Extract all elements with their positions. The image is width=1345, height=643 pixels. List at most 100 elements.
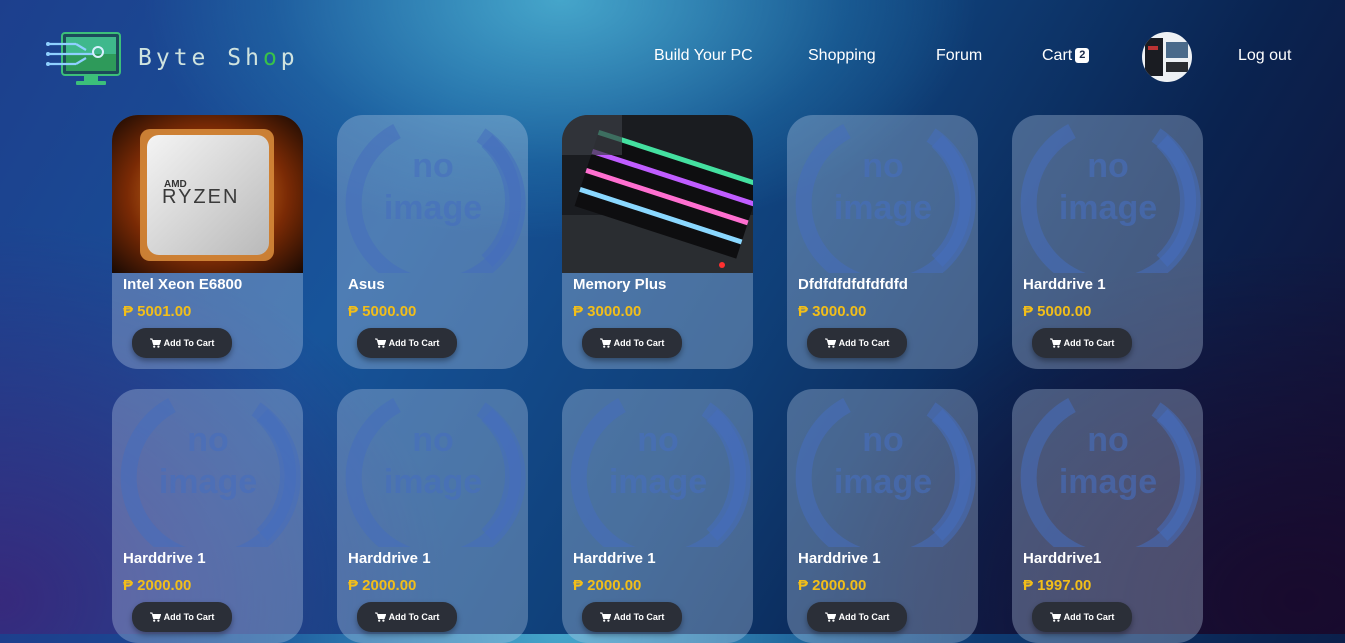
product-image[interactable]: no image xyxy=(787,389,978,547)
no-image-placeholder: no image xyxy=(1020,123,1201,273)
product-name[interactable]: Harddrive 1 xyxy=(798,550,881,567)
svg-text:no: no xyxy=(412,147,454,185)
nav-cart[interactable]: Cart 2 xyxy=(1042,47,1090,65)
add-to-cart-button[interactable]: Add To Cart xyxy=(357,602,457,632)
add-to-cart-label: Add To Cart xyxy=(163,338,215,348)
add-to-cart-label: Add To Cart xyxy=(163,612,215,622)
product-price: ₱ 3000.00 xyxy=(798,303,867,320)
add-to-cart-button[interactable]: Add To Cart xyxy=(1032,328,1132,358)
product-image[interactable]: no image xyxy=(562,389,753,547)
product-card[interactable]: no image Harddrive 1 ₱ 2000.00 Add To Cart xyxy=(337,389,528,643)
svg-text:image: image xyxy=(609,463,707,501)
product-price: ₱ 2000.00 xyxy=(123,577,192,594)
add-to-cart-label: Add To Cart xyxy=(838,338,890,348)
product-card[interactable]: Memory Plus ₱ 3000.00 Add To Cart xyxy=(562,115,753,369)
no-image-placeholder: no image xyxy=(795,397,976,547)
product-name[interactable]: Memory Plus xyxy=(573,276,666,293)
product-image[interactable]: no image xyxy=(787,115,978,273)
cart-count-badge: 2 xyxy=(1075,48,1090,63)
product-name[interactable]: Dfdfdfdfdfdfdfd xyxy=(798,276,908,293)
product-image[interactable]: AMD RYZEN xyxy=(112,115,303,273)
svg-text:no: no xyxy=(862,147,904,185)
cart-icon xyxy=(374,612,386,622)
add-to-cart-label: Add To Cart xyxy=(388,338,440,348)
product-price: ₱ 1997.00 xyxy=(1023,577,1092,594)
product-image[interactable]: no image xyxy=(1012,115,1203,273)
svg-text:image: image xyxy=(159,463,257,501)
product-name[interactable]: Harddrive 1 xyxy=(1023,276,1106,293)
svg-text:no: no xyxy=(412,421,454,459)
product-name[interactable]: Asus xyxy=(348,276,385,293)
cart-icon xyxy=(824,338,836,348)
product-card[interactable]: no image Dfdfdfdfdfdfdfd ₱ 3000.00 Add To Ca… xyxy=(787,115,978,369)
add-to-cart-label: Add To Cart xyxy=(1063,612,1115,622)
svg-text:image: image xyxy=(834,463,932,501)
cart-icon xyxy=(599,338,611,348)
cart-icon xyxy=(374,338,386,348)
product-card[interactable]: no image Harddrive 1 ₱ 2000.00 Add To Cart xyxy=(562,389,753,643)
user-avatar[interactable] xyxy=(1142,32,1192,82)
svg-text:image: image xyxy=(834,189,932,227)
add-to-cart-label: Add To Cart xyxy=(838,612,890,622)
cart-icon xyxy=(824,612,836,622)
product-price: ₱ 5000.00 xyxy=(1023,303,1092,320)
rgb-ram-modules-image xyxy=(562,115,753,273)
add-to-cart-label: Add To Cart xyxy=(613,338,665,348)
product-image[interactable] xyxy=(562,115,753,273)
product-image[interactable]: no image xyxy=(112,389,303,547)
add-to-cart-button[interactable]: Add To Cart xyxy=(132,602,232,632)
nav-forum[interactable]: Forum xyxy=(936,47,982,65)
product-name[interactable]: Harddrive 1 xyxy=(573,550,656,567)
product-card[interactable]: no image Harddrive 1 ₱ 5000.00 Add To Cart xyxy=(1012,115,1203,369)
add-to-cart-button[interactable]: Add To Cart xyxy=(582,602,682,632)
product-price: ₱ 2000.00 xyxy=(348,577,417,594)
product-image[interactable]: no image xyxy=(1012,389,1203,547)
cart-icon xyxy=(1049,612,1061,622)
product-price: ₱ 2000.00 xyxy=(798,577,867,594)
no-image-placeholder: no image xyxy=(1020,397,1201,547)
add-to-cart-button[interactable]: Add To Cart xyxy=(1032,602,1132,632)
add-to-cart-label: Add To Cart xyxy=(388,612,440,622)
product-name[interactable]: Harddrive 1 xyxy=(123,550,206,567)
no-image-placeholder: no image xyxy=(345,123,526,273)
nav-logout[interactable]: Log out xyxy=(1238,47,1291,65)
add-to-cart-button[interactable]: Add To Cart xyxy=(132,328,232,358)
product-image[interactable]: no image xyxy=(337,115,528,273)
amd-ryzen-cpu-image: AMDRYZEN xyxy=(112,115,303,273)
product-card[interactable]: no image Harddrive 1 ₱ 2000.00 Add To Cart xyxy=(787,389,978,643)
cart-icon xyxy=(149,338,161,348)
add-to-cart-button[interactable]: Add To Cart xyxy=(807,602,907,632)
add-to-cart-label: Add To Cart xyxy=(1063,338,1115,348)
add-to-cart-button[interactable]: Add To Cart xyxy=(357,328,457,358)
add-to-cart-label: Add To Cart xyxy=(613,612,665,622)
svg-text:RYZEN: RYZEN xyxy=(162,186,239,208)
svg-text:no: no xyxy=(1087,421,1129,459)
product-card[interactable]: no image Harddrive1 ₱ 1997.00 Add To Cart xyxy=(1012,389,1203,643)
nav-cart-label: Cart xyxy=(1042,47,1073,64)
svg-text:no: no xyxy=(187,421,229,459)
svg-text:no: no xyxy=(1087,147,1129,185)
product-image[interactable]: no image xyxy=(337,389,528,547)
nav-build-your-pc[interactable]: Build Your PC xyxy=(654,47,753,65)
product-card[interactable]: AMD RYZEN Intel Xeon E6800 ₱ 5001.00 Add To … xyxy=(112,115,303,369)
nav-shopping[interactable]: Shopping xyxy=(808,47,876,65)
product-card[interactable]: no image Harddrive 1 ₱ 2000.00 Add To Cart xyxy=(112,389,303,643)
product-price: ₱ 3000.00 xyxy=(573,303,642,320)
no-image-placeholder: no image xyxy=(795,123,976,273)
add-to-cart-button[interactable]: Add To Cart xyxy=(807,328,907,358)
product-price: ₱ 2000.00 xyxy=(573,577,642,594)
product-name[interactable]: Harddrive1 xyxy=(1023,550,1101,567)
cart-icon xyxy=(599,612,611,622)
svg-text:no: no xyxy=(637,421,679,459)
cart-icon xyxy=(1049,338,1061,348)
svg-text:image: image xyxy=(1059,463,1157,501)
svg-text:no: no xyxy=(862,421,904,459)
product-name[interactable]: Harddrive 1 xyxy=(348,550,431,567)
add-to-cart-button[interactable]: Add To Cart xyxy=(582,328,682,358)
svg-text:image: image xyxy=(1059,189,1157,227)
cart-icon xyxy=(149,612,161,622)
product-name[interactable]: Intel Xeon E6800 xyxy=(123,276,242,293)
product-card[interactable]: no image Asus ₱ 5000.00 Add To Cart xyxy=(337,115,528,369)
svg-text:image: image xyxy=(384,463,482,501)
svg-text:image: image xyxy=(384,189,482,227)
